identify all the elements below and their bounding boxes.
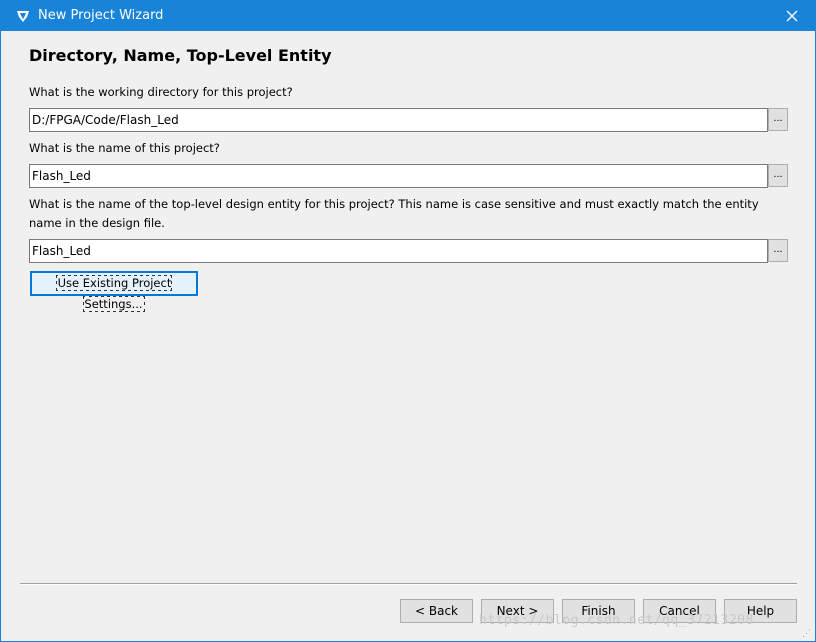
entity-label: What is the name of the top-level design…: [29, 197, 759, 230]
directory-label: What is the working directory for this p…: [29, 85, 293, 99]
use-existing-settings-label: Use Existing Project Settings...: [55, 275, 173, 312]
wizard-window: New Project Wizard Directory, Name, Top-…: [0, 0, 816, 642]
project-name-field[interactable]: Flash_Led: [29, 164, 768, 188]
entity-field[interactable]: Flash_Led: [29, 239, 768, 263]
close-button[interactable]: [769, 1, 815, 31]
project-name-label: What is the name of this project?: [29, 141, 220, 155]
watermark: https://blog.csdn.net/qq_37213208: [479, 613, 754, 628]
directory-browse-button[interactable]: ...: [768, 108, 788, 131]
entity-browse-button[interactable]: ...: [768, 239, 788, 262]
project-name-browse-button[interactable]: ...: [768, 164, 788, 187]
window-title: New Project Wizard: [38, 8, 164, 23]
footer-separator: [20, 583, 797, 585]
directory-field[interactable]: D:/FPGA/Code/Flash_Led: [29, 108, 768, 132]
close-icon: [786, 10, 798, 22]
page-heading: Directory, Name, Top-Level Entity: [29, 46, 332, 65]
back-button[interactable]: < Back: [400, 599, 473, 623]
app-icon: [17, 11, 29, 22]
use-existing-settings-button[interactable]: Use Existing Project Settings...: [30, 271, 198, 312]
resize-grip-icon[interactable]: ⋰: [802, 628, 812, 638]
title-bar[interactable]: New Project Wizard: [1, 1, 815, 31]
